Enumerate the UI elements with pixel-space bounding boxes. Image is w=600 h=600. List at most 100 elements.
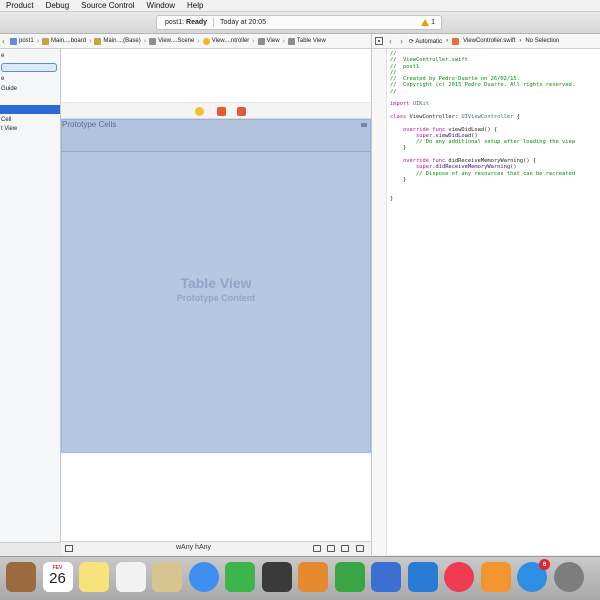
canvas-bottom-bar: wAny hAny xyxy=(61,541,371,555)
assistant-jump-bar: ‹ › ⟳ Automatic › ViewController.swift ›… xyxy=(371,34,600,49)
code-text[interactable]: //// ViewController.swift// post1//// Cr… xyxy=(390,51,575,202)
pages-icon[interactable] xyxy=(298,562,328,592)
breadcrumb-project[interactable]: post1 xyxy=(7,37,37,45)
warning-icon xyxy=(421,19,430,26)
menu-help[interactable]: Help xyxy=(181,1,209,10)
app-store-icon[interactable]: 6 xyxy=(517,559,550,592)
outline-row[interactable]: Guide xyxy=(0,84,60,93)
jump-bar: ‹ post1 › Main....board › Main....(Base)… xyxy=(0,34,371,49)
xcode-instruments-icon[interactable] xyxy=(407,562,438,592)
table-view-subtitle: Prototype Content xyxy=(176,293,256,303)
prototype-cells[interactable]: Prototype Cells xyxy=(62,120,370,152)
resolve-icon[interactable] xyxy=(356,545,364,552)
breadcrumb-label: View....Scene xyxy=(158,38,195,44)
status-divider xyxy=(213,18,215,27)
calendar-icon[interactable]: FEV 26 xyxy=(42,562,73,592)
outline-row-selected[interactable] xyxy=(0,105,60,114)
outline-row[interactable] xyxy=(0,94,60,103)
breadcrumb-controller[interactable]: View....ntroller xyxy=(200,37,253,45)
outline-row[interactable]: t View xyxy=(0,124,60,133)
menu-debug[interactable]: Debug xyxy=(40,1,76,10)
stack-icon[interactable] xyxy=(313,545,321,552)
back-arrow-icon[interactable]: ‹ xyxy=(387,36,394,46)
outline-filter-bar[interactable] xyxy=(0,542,61,555)
breadcrumb-base[interactable]: Main....(Base) xyxy=(91,37,143,45)
scene-icon xyxy=(149,37,157,45)
outline-toggle-icon[interactable] xyxy=(65,545,73,552)
code-line: // Copyright (c) 2015 Pedro Duarte. All … xyxy=(390,82,575,89)
outline-row[interactable]: e xyxy=(0,51,60,60)
scene-dock xyxy=(61,102,371,119)
forward-arrow-icon[interactable]: › xyxy=(398,36,405,46)
activity-view: post1: Ready Today at 20:05 1 xyxy=(156,15,442,30)
build-state: Ready xyxy=(186,19,208,26)
itunes-icon[interactable] xyxy=(444,562,474,592)
messages-icon[interactable] xyxy=(188,562,219,592)
assistant-mode-label: Automatic xyxy=(415,38,443,45)
contacts-icon[interactable] xyxy=(6,562,36,592)
prototype-cells-label: Prototype Cells xyxy=(62,120,117,129)
code-line: // Do any additional setup after loading… xyxy=(390,139,575,146)
code-line: } xyxy=(390,195,394,202)
pin-icon[interactable] xyxy=(341,545,349,552)
ibooks-icon[interactable] xyxy=(480,562,511,592)
breadcrumb-label: Table View xyxy=(296,38,326,44)
facetime-icon[interactable] xyxy=(225,562,255,592)
reminders-icon[interactable] xyxy=(115,562,146,592)
outline-row-focused[interactable] xyxy=(1,63,57,72)
scheme-status: post1: Ready xyxy=(165,19,207,26)
breadcrumb-label: post1 xyxy=(19,38,34,44)
document-outline: e e Guide Cell t View xyxy=(0,49,61,555)
menu-window[interactable]: Window xyxy=(141,1,181,10)
automatic-mode[interactable]: ⟳ Automatic xyxy=(409,38,442,45)
notes-icon[interactable] xyxy=(79,562,109,592)
table-view-title: Table View xyxy=(180,275,252,291)
exit-icon[interactable] xyxy=(237,107,246,116)
scheme-name: post1: xyxy=(165,19,185,26)
project-icon xyxy=(10,37,17,45)
breadcrumb-storyboard[interactable]: Main....board xyxy=(39,37,89,45)
numbers-icon[interactable] xyxy=(334,562,365,592)
warning-indicator[interactable]: 1 xyxy=(421,19,435,26)
assistant-file[interactable]: ViewController.swift xyxy=(463,38,515,44)
warning-count: 1 xyxy=(431,19,435,26)
editor-gutter xyxy=(372,49,387,555)
notification-badge: 6 xyxy=(539,559,550,570)
maps-icon[interactable] xyxy=(152,562,182,592)
outline-row[interactable]: e xyxy=(0,74,60,83)
menu-product[interactable]: Product xyxy=(0,1,40,10)
breadcrumb-label: Main....board xyxy=(51,38,87,44)
dock: FEV 26 6 xyxy=(0,556,600,600)
assistant-code-editor[interactable]: //// ViewController.swift// post1//// Cr… xyxy=(371,49,600,555)
code-line: // Dispose of any resources that can be … xyxy=(390,170,575,177)
first-responder-icon[interactable] xyxy=(217,107,226,116)
menu-source-control[interactable]: Source Control xyxy=(75,1,140,10)
chevron-right-icon: › xyxy=(446,38,449,44)
view-controller-icon[interactable] xyxy=(195,107,204,116)
size-class-control[interactable]: wAny hAny xyxy=(176,544,211,551)
back-arrow-icon[interactable]: ‹ xyxy=(0,36,7,46)
breadcrumb-scene[interactable]: View....Scene xyxy=(146,37,197,45)
table-view[interactable]: Prototype Cells Table View Prototype Con… xyxy=(61,119,371,453)
view-icon xyxy=(257,37,265,45)
related-items-icon[interactable] xyxy=(375,37,383,45)
swift-file-icon xyxy=(452,37,460,45)
assistant-selection[interactable]: No Selection xyxy=(525,38,559,44)
chevron-right-icon: › xyxy=(519,38,522,44)
table-view-icon xyxy=(287,37,295,45)
storyboard-icon xyxy=(94,37,102,45)
breadcrumb-label: View....ntroller xyxy=(211,38,250,44)
system-preferences-icon[interactable] xyxy=(553,562,584,592)
breadcrumb-table-view[interactable]: Table View xyxy=(285,37,329,45)
folder-icon xyxy=(42,37,50,45)
calendar-day: 26 xyxy=(49,570,66,587)
outline-row[interactable]: Cell xyxy=(0,115,60,124)
breadcrumb-view[interactable]: View xyxy=(255,37,283,45)
breadcrumb-label: View xyxy=(266,38,280,44)
menu-bar: Product Debug Source Control Window Help xyxy=(0,0,600,12)
align-icon[interactable] xyxy=(327,545,335,552)
cell-accessory-icon xyxy=(361,123,367,127)
photo-booth-icon[interactable] xyxy=(261,562,292,592)
keynote-icon[interactable] xyxy=(371,562,401,592)
status-timestamp: Today at 20:05 xyxy=(220,19,266,26)
